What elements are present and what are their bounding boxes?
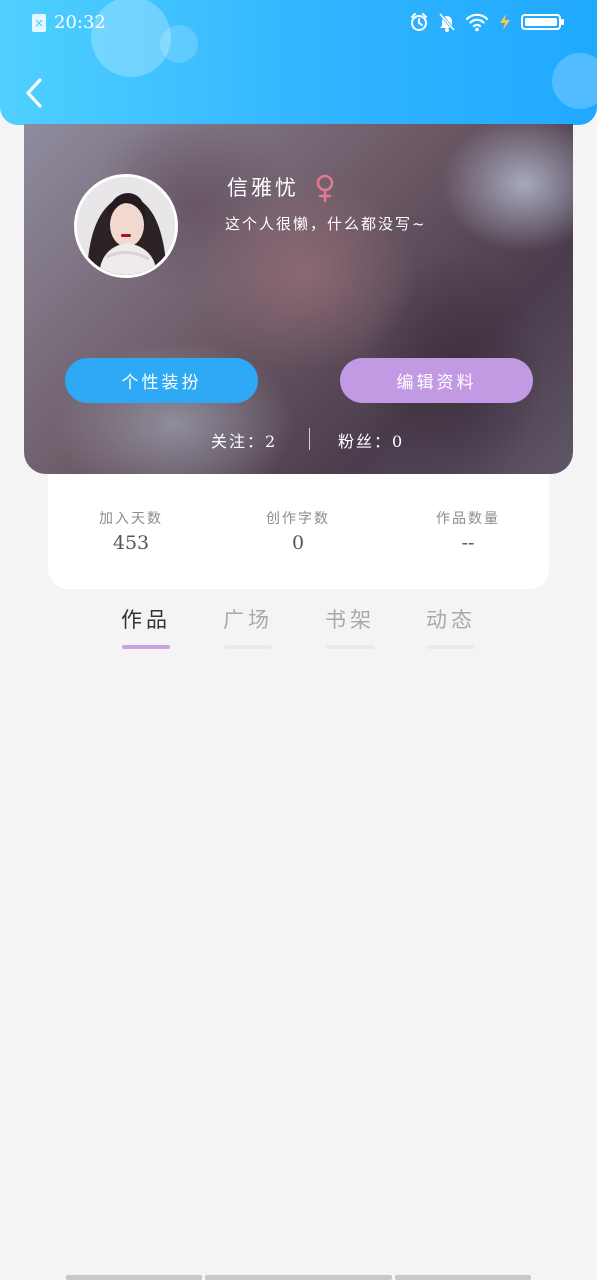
tab-works[interactable]: 作品 — [106, 604, 186, 649]
tab-activity[interactable]: 动态 — [411, 604, 491, 649]
stat-word-count: 创作字数 0 — [228, 508, 368, 554]
stat-value: 0 — [291, 532, 305, 554]
stat-label: 加入天数 — [99, 511, 163, 527]
decorative-bubble — [552, 53, 597, 109]
header-bar: × 20:32 — [0, 0, 597, 125]
tab-label: 动态 — [426, 608, 476, 632]
tab-label: 作品 — [121, 608, 171, 632]
profile-card: 信雅忧 这个人很懒，什么都没写~ 个性装扮 编辑资料 关注：2 粉丝：0 — [24, 124, 573, 474]
tab-indicator — [224, 645, 272, 649]
tab-square[interactable]: 广场 — [208, 604, 288, 649]
status-time: 20:32 — [54, 12, 106, 33]
tab-indicator — [427, 645, 475, 649]
mute-bell-icon — [438, 12, 456, 32]
chevron-left-icon — [26, 78, 42, 108]
nav-gesture-bar[interactable] — [66, 1275, 202, 1280]
nav-gesture-bar[interactable] — [205, 1275, 392, 1280]
tab-label: 广场 — [223, 608, 273, 632]
stat-value: 453 — [112, 532, 150, 554]
charging-icon — [498, 13, 512, 31]
username: 信雅忧 — [227, 176, 299, 200]
nav-gesture-bar[interactable] — [395, 1275, 531, 1280]
stat-label: 创作字数 — [266, 511, 330, 527]
stat-value: -- — [461, 532, 475, 554]
status-bar: × 20:32 — [0, 8, 597, 38]
wifi-icon — [465, 12, 489, 32]
personal-style-button[interactable]: 个性装扮 — [65, 358, 258, 403]
tab-bookshelf[interactable]: 书架 — [310, 604, 390, 649]
back-button[interactable] — [20, 76, 48, 110]
tab-indicator — [122, 645, 170, 649]
stat-label: 作品数量 — [436, 511, 500, 527]
follow-stats: 关注：2 粉丝：0 — [24, 426, 573, 452]
fans-count[interactable]: 粉丝：0 — [338, 428, 404, 452]
avatar[interactable] — [74, 174, 178, 278]
stats-card: 加入天数 453 创作字数 0 作品数量 -- — [48, 474, 549, 589]
female-icon — [314, 174, 336, 203]
following-count[interactable]: 关注：2 — [211, 428, 277, 452]
tab-indicator — [326, 645, 374, 649]
stat-works-count: 作品数量 -- — [398, 508, 538, 554]
tab-label: 书架 — [325, 608, 375, 632]
alarm-icon — [409, 12, 429, 32]
stat-join-days: 加入天数 453 — [61, 508, 201, 554]
sim-error-icon: × — [32, 13, 46, 32]
bio-text: 这个人很懒，什么都没写~ — [225, 215, 427, 233]
divider — [309, 428, 310, 450]
battery-icon — [521, 12, 565, 32]
edit-profile-button[interactable]: 编辑资料 — [340, 358, 533, 403]
content-tabs: 作品 广场 书架 动态 — [0, 604, 597, 664]
